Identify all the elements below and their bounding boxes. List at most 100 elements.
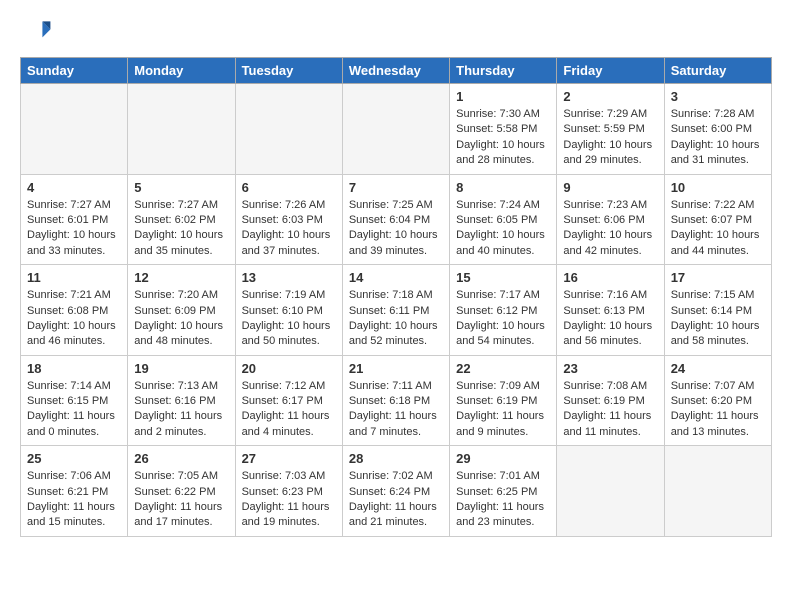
calendar-cell: 27Sunrise: 7:03 AMSunset: 6:23 PMDayligh…	[235, 446, 342, 537]
day-number: 22	[456, 361, 550, 376]
logo	[20, 15, 56, 47]
header	[20, 15, 772, 47]
day-info: Sunrise: 7:13 AMSunset: 6:16 PMDaylight:…	[134, 379, 228, 441]
calendar-cell: 8 Sunrise: 7:24 AMSunset: 6:05 PMDaylight…	[450, 174, 557, 265]
logo-icon	[20, 15, 52, 47]
calendar-day-header: Sunday	[21, 58, 128, 84]
day-info: Sunrise: 7:21 AMSunset: 6:08 PMDaylight:…	[27, 288, 121, 350]
day-info: Sunrise: 7:11 AMSunset: 6:18 PMDaylight:…	[349, 379, 443, 441]
page: SundayMondayTuesdayWednesdayThursdayFrid…	[0, 0, 792, 552]
day-number: 11	[27, 270, 121, 285]
calendar-cell: 15 Sunrise: 7:17 AMSunset: 6:12 PMDayligh…	[450, 265, 557, 356]
day-number: 28	[349, 451, 443, 466]
day-info: Sunrise: 7:18 AMSunset: 6:11 PMDaylight:…	[349, 288, 443, 350]
day-number: 10	[671, 180, 765, 195]
calendar-cell: 19 Sunrise: 7:13 AMSunset: 6:16 PMDayligh…	[128, 355, 235, 446]
calendar-cell: 12 Sunrise: 7:20 AMSunset: 6:09 PMDayligh…	[128, 265, 235, 356]
day-number: 12	[134, 270, 228, 285]
calendar-week-row: 18 Sunrise: 7:14 AMSunset: 6:15 PMDayligh…	[21, 355, 772, 446]
calendar-cell: 6 Sunrise: 7:26 AMSunset: 6:03 PMDaylight…	[235, 174, 342, 265]
day-info: Sunrise: 7:30 AMSunset: 5:58 PMDaylight:…	[456, 107, 550, 169]
day-info: Sunrise: 7:24 AMSunset: 6:05 PMDaylight:…	[456, 198, 550, 260]
day-info: Sunrise: 7:07 AMSunset: 6:20 PMDaylight:…	[671, 379, 765, 441]
day-number: 17	[671, 270, 765, 285]
day-number: 8	[456, 180, 550, 195]
day-number: 14	[349, 270, 443, 285]
day-info: Sunrise: 7:06 AMSunset: 6:21 PMDaylight:…	[27, 469, 121, 531]
calendar-week-row: 11 Sunrise: 7:21 AMSunset: 6:08 PMDayligh…	[21, 265, 772, 356]
calendar-cell: 3 Sunrise: 7:28 AMSunset: 6:00 PMDaylight…	[664, 84, 771, 175]
day-info: Sunrise: 7:27 AMSunset: 6:02 PMDaylight:…	[134, 198, 228, 260]
day-number: 6	[242, 180, 336, 195]
day-info: Sunrise: 7:02 AMSunset: 6:24 PMDaylight:…	[349, 469, 443, 531]
day-number: 19	[134, 361, 228, 376]
calendar-cell: 5 Sunrise: 7:27 AMSunset: 6:02 PMDaylight…	[128, 174, 235, 265]
calendar-cell	[21, 84, 128, 175]
calendar-cell: 7 Sunrise: 7:25 AMSunset: 6:04 PMDaylight…	[342, 174, 449, 265]
day-number: 4	[27, 180, 121, 195]
calendar-cell: 24 Sunrise: 7:07 AMSunset: 6:20 PMDayligh…	[664, 355, 771, 446]
calendar-cell	[342, 84, 449, 175]
day-number: 24	[671, 361, 765, 376]
calendar-day-header: Wednesday	[342, 58, 449, 84]
day-info: Sunrise: 7:14 AMSunset: 6:15 PMDaylight:…	[27, 379, 121, 441]
calendar-cell: 28 Sunrise: 7:02 AMSunset: 6:24 PMDayligh…	[342, 446, 449, 537]
day-info: Sunrise: 7:09 AMSunset: 6:19 PMDaylight:…	[456, 379, 550, 441]
day-number: 13	[242, 270, 336, 285]
calendar-cell: 29 Sunrise: 7:01 AMSunset: 6:25 PMDayligh…	[450, 446, 557, 537]
day-number: 25	[27, 451, 121, 466]
day-info: Sunrise: 7:23 AMSunset: 6:06 PMDaylight:…	[563, 198, 657, 260]
day-number: 15	[456, 270, 550, 285]
calendar-cell	[664, 446, 771, 537]
day-number: 1	[456, 89, 550, 104]
day-number: 20	[242, 361, 336, 376]
calendar-cell: 17 Sunrise: 7:15 AMSunset: 6:14 PMDayligh…	[664, 265, 771, 356]
calendar-cell: 14 Sunrise: 7:18 AMSunset: 6:11 PMDayligh…	[342, 265, 449, 356]
calendar-cell	[557, 446, 664, 537]
day-number: 23	[563, 361, 657, 376]
day-info: Sunrise: 7:17 AMSunset: 6:12 PMDaylight:…	[456, 288, 550, 350]
day-info: Sunrise: 7:16 AMSunset: 6:13 PMDaylight:…	[563, 288, 657, 350]
day-number: 16	[563, 270, 657, 285]
calendar-day-header: Thursday	[450, 58, 557, 84]
day-info: Sunrise: 7:08 AMSunset: 6:19 PMDaylight:…	[563, 379, 657, 441]
calendar-cell	[128, 84, 235, 175]
calendar-cell: 23 Sunrise: 7:08 AMSunset: 6:19 PMDayligh…	[557, 355, 664, 446]
day-info: Sunrise: 7:27 AMSunset: 6:01 PMDaylight:…	[27, 198, 121, 260]
day-number: 21	[349, 361, 443, 376]
calendar-cell: 25 Sunrise: 7:06 AMSunset: 6:21 PMDayligh…	[21, 446, 128, 537]
calendar-week-row: 25 Sunrise: 7:06 AMSunset: 6:21 PMDayligh…	[21, 446, 772, 537]
day-info: Sunrise: 7:26 AMSunset: 6:03 PMDaylight:…	[242, 198, 336, 260]
day-number: 29	[456, 451, 550, 466]
day-info: Sunrise: 7:15 AMSunset: 6:14 PMDaylight:…	[671, 288, 765, 350]
day-info: Sunrise: 7:28 AMSunset: 6:00 PMDaylight:…	[671, 107, 765, 169]
calendar-cell: 1 Sunrise: 7:30 AMSunset: 5:58 PMDaylight…	[450, 84, 557, 175]
calendar-week-row: 1 Sunrise: 7:30 AMSunset: 5:58 PMDaylight…	[21, 84, 772, 175]
day-number: 3	[671, 89, 765, 104]
calendar-day-header: Monday	[128, 58, 235, 84]
calendar-week-row: 4 Sunrise: 7:27 AMSunset: 6:01 PMDaylight…	[21, 174, 772, 265]
calendar-day-header: Tuesday	[235, 58, 342, 84]
day-info: Sunrise: 7:19 AMSunset: 6:10 PMDaylight:…	[242, 288, 336, 350]
calendar-day-header: Saturday	[664, 58, 771, 84]
day-info: Sunrise: 7:20 AMSunset: 6:09 PMDaylight:…	[134, 288, 228, 350]
day-number: 7	[349, 180, 443, 195]
day-number: 5	[134, 180, 228, 195]
day-info: Sunrise: 7:03 AMSunset: 6:23 PMDaylight:…	[242, 469, 336, 531]
day-number: 18	[27, 361, 121, 376]
day-info: Sunrise: 7:01 AMSunset: 6:25 PMDaylight:…	[456, 469, 550, 531]
day-info: Sunrise: 7:25 AMSunset: 6:04 PMDaylight:…	[349, 198, 443, 260]
day-number: 2	[563, 89, 657, 104]
calendar-cell: 11 Sunrise: 7:21 AMSunset: 6:08 PMDayligh…	[21, 265, 128, 356]
day-info: Sunrise: 7:05 AMSunset: 6:22 PMDaylight:…	[134, 469, 228, 531]
day-number: 26	[134, 451, 228, 466]
calendar-cell: 2 Sunrise: 7:29 AMSunset: 5:59 PMDaylight…	[557, 84, 664, 175]
calendar-cell: 4 Sunrise: 7:27 AMSunset: 6:01 PMDaylight…	[21, 174, 128, 265]
day-number: 9	[563, 180, 657, 195]
day-info: Sunrise: 7:29 AMSunset: 5:59 PMDaylight:…	[563, 107, 657, 169]
calendar-cell: 16 Sunrise: 7:16 AMSunset: 6:13 PMDayligh…	[557, 265, 664, 356]
calendar-cell: 22 Sunrise: 7:09 AMSunset: 6:19 PMDayligh…	[450, 355, 557, 446]
calendar-cell: 9 Sunrise: 7:23 AMSunset: 6:06 PMDaylight…	[557, 174, 664, 265]
calendar-cell: 10Sunrise: 7:22 AMSunset: 6:07 PMDayligh…	[664, 174, 771, 265]
calendar-table: SundayMondayTuesdayWednesdayThursdayFrid…	[20, 57, 772, 537]
